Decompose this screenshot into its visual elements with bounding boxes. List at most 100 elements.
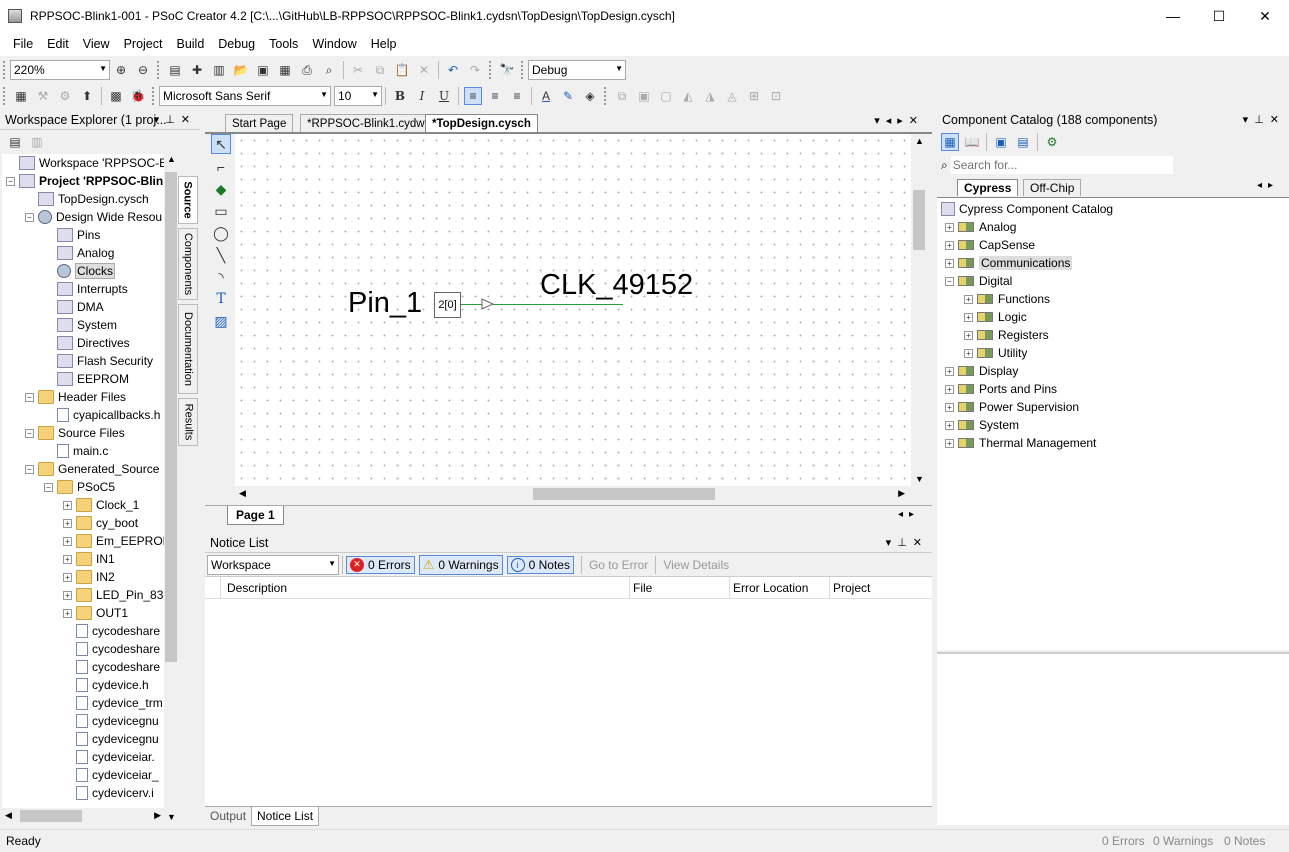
- align-tools-icon[interactable]: ⧉: [613, 87, 631, 105]
- tree-item[interactable]: Workspace 'RPPSOC-Blink: [6, 154, 164, 172]
- arc-tool-icon[interactable]: ◝: [211, 267, 231, 287]
- align-left-icon[interactable]: ≡: [464, 87, 482, 105]
- fill-color-icon[interactable]: ◈: [581, 87, 599, 105]
- panel-buttons[interactable]: ▾⊥✕: [1243, 113, 1285, 126]
- expand-icon[interactable]: +: [964, 312, 973, 322]
- expand-icon[interactable]: +: [63, 518, 72, 528]
- tree-item[interactable]: + LED_Pin_83: [63, 586, 163, 604]
- collapse-icon[interactable]: −: [25, 464, 34, 474]
- menu-tools[interactable]: Tools: [262, 37, 305, 51]
- tree-item[interactable]: − Generated_Source: [25, 460, 159, 478]
- expand-icon[interactable]: +: [945, 366, 954, 376]
- zoom-in-icon[interactable]: ⊕: [112, 61, 130, 79]
- new-item-icon[interactable]: ✚: [188, 61, 206, 79]
- paste-icon[interactable]: 📋: [393, 61, 411, 79]
- collapse-icon[interactable]: −: [25, 392, 34, 402]
- canvas-vscrollbar[interactable]: ▲ ▼: [911, 134, 927, 486]
- expand-icon[interactable]: +: [964, 294, 973, 304]
- tree-item[interactable]: Clocks: [44, 262, 116, 280]
- tree-item[interactable]: + cy_boot: [63, 514, 138, 532]
- toolbar-grip[interactable]: [489, 61, 493, 79]
- print-preview-icon[interactable]: ⌕: [320, 61, 338, 79]
- underline-button[interactable]: U: [435, 87, 453, 105]
- tree-item[interactable]: cycodeshare: [63, 658, 160, 676]
- component-tool-icon[interactable]: ◆: [211, 179, 231, 199]
- font-color-icon[interactable]: A: [537, 87, 555, 105]
- zoom-out-icon[interactable]: ⊖: [134, 61, 152, 79]
- tree-item[interactable]: Interrupts: [44, 280, 128, 298]
- delete-icon[interactable]: ✕: [415, 61, 433, 79]
- line-color-icon[interactable]: ✎: [559, 87, 577, 105]
- scroll-right-icon[interactable]: ▶: [154, 810, 161, 821]
- tree-hscrollbar[interactable]: ◀ ▶: [2, 808, 164, 824]
- ellipse-tool-icon[interactable]: ◯: [211, 223, 231, 243]
- select-tool-icon[interactable]: ↖: [211, 134, 231, 154]
- expand-icon[interactable]: +: [63, 500, 72, 510]
- menu-build[interactable]: Build: [169, 37, 211, 51]
- add-component-icon[interactable]: ▣: [992, 133, 1010, 151]
- tree-item[interactable]: + IN2: [63, 568, 115, 586]
- catalog-item[interactable]: + Display: [945, 362, 1018, 380]
- tab-topdesign[interactable]: *TopDesign.cysch: [425, 114, 538, 132]
- expand-icon[interactable]: +: [63, 590, 72, 600]
- page-nav-buttons[interactable]: ◂▸: [898, 509, 920, 520]
- expand-icon[interactable]: +: [945, 222, 954, 232]
- collapse-icon[interactable]: −: [44, 482, 53, 492]
- side-tab-documentation[interactable]: Documentation: [178, 304, 198, 394]
- tree-item[interactable]: Pins: [44, 226, 100, 244]
- catalog-item[interactable]: + System: [945, 416, 1019, 434]
- zoom-combo[interactable]: 220% ▼: [10, 60, 110, 80]
- side-tab-results[interactable]: Results: [178, 398, 198, 446]
- menu-view[interactable]: View: [76, 37, 117, 51]
- tree-item[interactable]: cydevicegnu: [63, 730, 159, 748]
- align-right-icon[interactable]: ≡: [508, 87, 526, 105]
- ungroup-icon[interactable]: ▢: [657, 87, 675, 105]
- scroll-right-icon[interactable]: ▶: [898, 488, 905, 499]
- rotate-icon[interactable]: ◮: [701, 87, 719, 105]
- clean-icon[interactable]: ⚒: [34, 87, 52, 105]
- toolbar-grip[interactable]: [604, 87, 608, 105]
- new-project-icon[interactable]: ▤: [166, 61, 184, 79]
- collapse-icon[interactable]: −: [25, 212, 34, 222]
- expand-icon[interactable]: +: [945, 258, 954, 268]
- notes-filter-button[interactable]: i 0 Notes: [506, 555, 574, 574]
- hscroll-thumb[interactable]: [533, 488, 715, 500]
- collapse-icon[interactable]: ▥: [28, 133, 46, 151]
- find-icon[interactable]: 🔭: [498, 61, 516, 79]
- tree-item[interactable]: main.c: [44, 442, 108, 460]
- expand-icon[interactable]: +: [63, 608, 72, 618]
- clock-wire[interactable]: [493, 304, 623, 305]
- errors-filter-button[interactable]: ✕ 0 Errors: [346, 555, 415, 574]
- catalog-item[interactable]: + Ports and Pins: [945, 380, 1057, 398]
- tree-item[interactable]: cydevice_trm: [63, 694, 163, 712]
- bold-button[interactable]: B: [391, 87, 409, 105]
- tree-vscrollbar[interactable]: ▲ ▼: [164, 154, 178, 822]
- scroll-down-icon[interactable]: ▼: [167, 812, 176, 822]
- menu-help[interactable]: Help: [364, 37, 404, 51]
- tree-item[interactable]: EEPROM: [44, 370, 129, 388]
- tab-off-chip[interactable]: Off-Chip: [1023, 179, 1082, 196]
- expand-icon[interactable]: +: [945, 402, 954, 412]
- cut-icon[interactable]: ✂: [349, 61, 367, 79]
- tree-item[interactable]: cydevicegnu: [63, 712, 159, 730]
- scroll-thumb[interactable]: [913, 190, 925, 250]
- build-icon[interactable]: ⚙: [56, 87, 74, 105]
- program-icon[interactable]: ▦: [12, 87, 30, 105]
- save-all-icon[interactable]: ▦: [276, 61, 294, 79]
- catalog-item[interactable]: + Utility: [964, 344, 1027, 362]
- scroll-down-icon[interactable]: ▼: [915, 474, 924, 484]
- align-center-icon[interactable]: ≡: [486, 87, 504, 105]
- expand-icon[interactable]: +: [945, 420, 954, 430]
- catalog-search-input[interactable]: [950, 156, 1173, 174]
- scroll-up-icon[interactable]: ▲: [915, 136, 924, 146]
- collapse-icon[interactable]: −: [25, 428, 34, 438]
- debug-icon[interactable]: 🐞: [129, 87, 147, 105]
- tree-item[interactable]: + Em_EEPROM: [63, 532, 164, 550]
- font-size-combo[interactable]: 10 ▼: [334, 86, 382, 106]
- tree-item[interactable]: cydevice.h: [63, 676, 149, 694]
- column-project[interactable]: Project: [833, 581, 870, 595]
- scroll-left-icon[interactable]: ◀: [5, 810, 12, 821]
- open-icon[interactable]: 📂: [232, 61, 250, 79]
- tree-item[interactable]: Flash Security: [44, 352, 153, 370]
- panel-buttons[interactable]: ▾⊥✕: [886, 536, 928, 549]
